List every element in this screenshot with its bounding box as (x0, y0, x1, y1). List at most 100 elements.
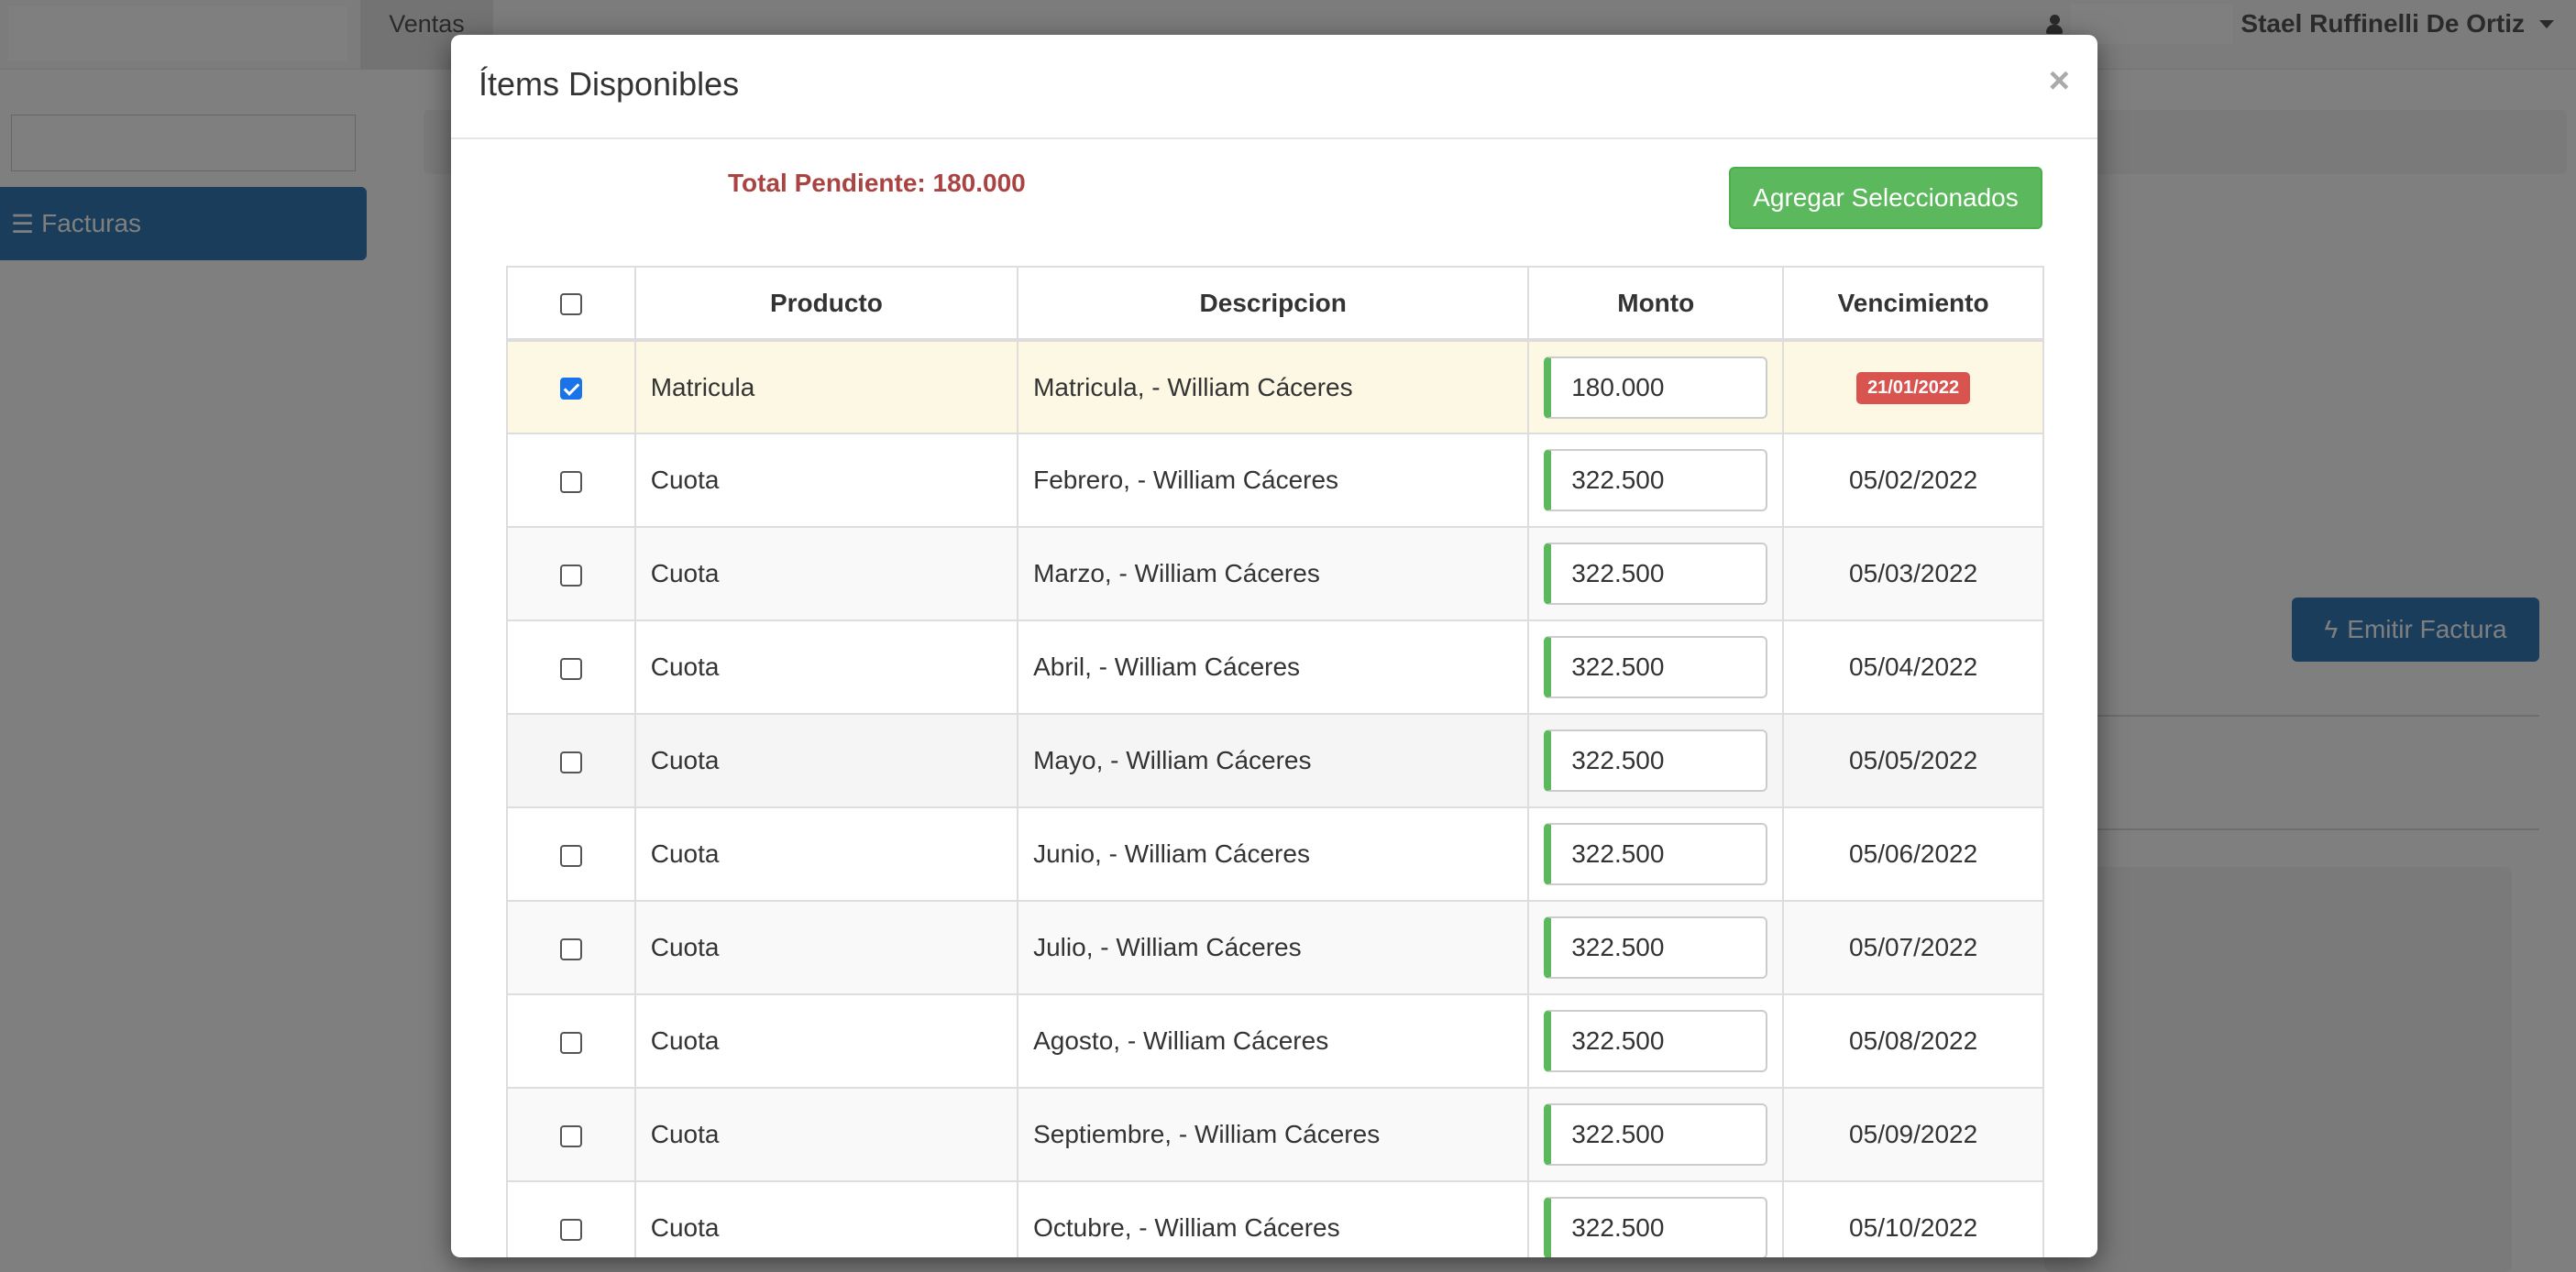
monto-input[interactable]: 322.500 (1544, 1197, 1768, 1257)
cell-monto: 322.500 (1527, 900, 1785, 995)
table-row[interactable]: Cuota Febrero, - William Cáceres 322.500 05… (506, 433, 2044, 528)
cell-vencimiento: 05/02/2022 (1782, 433, 2044, 528)
cell-descripcion: Julio, - William Cáceres (1017, 900, 1530, 995)
cell-producto: Cuota (633, 1180, 1019, 1257)
total-pending: Total Pendiente: 180.000 (728, 169, 1026, 197)
cell-monto: 322.500 (1527, 806, 1785, 902)
table-header-row: Producto Descripcion Monto Vencimiento (506, 266, 2044, 342)
cell-producto: Cuota (633, 993, 1019, 1089)
due-date: 05/09/2022 (1849, 1120, 1978, 1148)
cell-producto: Cuota (633, 1087, 1019, 1182)
cell-descripcion: Febrero, - William Cáceres (1017, 433, 1530, 528)
row-checkbox[interactable] (559, 751, 582, 773)
cell-vencimiento: 21/01/2022 (1782, 339, 2044, 434)
modal-header: Ítems Disponibles × (451, 35, 2097, 139)
cell-vencimiento: 05/06/2022 (1782, 806, 2044, 902)
cell-producto: Matricula (633, 339, 1019, 434)
cell-monto: 322.500 (1527, 713, 1785, 808)
table-row[interactable]: Cuota Julio, - William Cáceres 322.500 05/0… (506, 900, 2044, 995)
table-row[interactable]: Cuota Agosto, - William Cáceres 322.500 05/… (506, 993, 2044, 1089)
cell-descripcion: Marzo, - William Cáceres (1017, 526, 1530, 621)
row-checkbox[interactable] (559, 844, 582, 867)
table-row[interactable]: Cuota Mayo, - William Cáceres 322.500 05/05… (506, 713, 2044, 808)
row-select-cell (506, 806, 636, 902)
select-all-checkbox[interactable] (559, 293, 582, 316)
row-checkbox[interactable] (559, 1218, 582, 1241)
monto-input[interactable]: 322.500 (1544, 729, 1768, 792)
due-date: 05/10/2022 (1849, 1213, 1978, 1242)
monto-input[interactable]: 322.500 (1544, 916, 1768, 979)
monto-input[interactable]: 322.500 (1544, 636, 1768, 698)
cell-producto: Cuota (633, 433, 1019, 528)
cell-monto: 322.500 (1527, 1180, 1785, 1257)
due-date: 05/08/2022 (1849, 1026, 1978, 1055)
due-date: 05/07/2022 (1849, 933, 1978, 961)
cell-vencimiento: 05/05/2022 (1782, 713, 2044, 808)
cell-descripcion: Mayo, - William Cáceres (1017, 713, 1530, 808)
monto-input[interactable]: 322.500 (1544, 1103, 1768, 1166)
cell-producto: Cuota (633, 900, 1019, 995)
row-checkbox[interactable] (559, 470, 582, 493)
column-header-vencimiento: Vencimiento (1782, 266, 2044, 342)
row-select-cell (506, 339, 636, 434)
table-row[interactable]: Cuota Abril, - William Cáceres 322.500 05/0… (506, 620, 2044, 715)
cell-producto: Cuota (633, 620, 1019, 715)
row-checkbox[interactable] (559, 378, 582, 400)
cell-monto: 322.500 (1527, 1087, 1785, 1182)
row-checkbox[interactable] (559, 938, 582, 960)
row-select-cell (506, 993, 636, 1089)
table-row[interactable]: Matricula Matricula, - William Cáceres 180… (506, 339, 2044, 434)
items-table: Producto Descripcion Monto Vencimiento M… (506, 266, 2044, 1257)
cell-descripcion: Octubre, - William Cáceres (1017, 1180, 1530, 1257)
row-select-cell (506, 526, 636, 621)
row-select-cell (506, 713, 636, 808)
table-row[interactable]: Cuota Octubre, - William Cáceres 322.500 05… (506, 1180, 2044, 1257)
modal-title: Ítems Disponibles (479, 65, 740, 103)
cell-vencimiento: 05/07/2022 (1782, 900, 2044, 995)
monto-input[interactable]: 322.500 (1544, 1010, 1768, 1072)
column-header-monto: Monto (1527, 266, 1785, 342)
table-row[interactable]: Cuota Marzo, - William Cáceres 322.500 05/0… (506, 526, 2044, 621)
cell-producto: Cuota (633, 713, 1019, 808)
due-date: 05/04/2022 (1849, 652, 1978, 681)
cell-descripcion: Junio, - William Cáceres (1017, 806, 1530, 902)
close-icon[interactable]: × (2049, 60, 2070, 102)
monto-input[interactable]: 180.000 (1544, 356, 1768, 419)
row-checkbox[interactable] (559, 657, 582, 680)
column-header-descripcion: Descripcion (1017, 266, 1530, 342)
row-select-cell (506, 1180, 636, 1257)
cell-producto: Cuota (633, 806, 1019, 902)
row-select-cell (506, 1087, 636, 1182)
items-modal: Ítems Disponibles × Total Pendiente: 180… (451, 35, 2097, 1257)
cell-monto: 322.500 (1527, 620, 1785, 715)
column-header-producto: Producto (633, 266, 1019, 342)
monto-input[interactable]: 322.500 (1544, 543, 1768, 605)
add-selected-button[interactable]: Agregar Seleccionados (1729, 167, 2042, 229)
cell-vencimiento: 05/04/2022 (1782, 620, 2044, 715)
cell-descripcion: Matricula, - William Cáceres (1017, 339, 1530, 434)
due-date: 05/03/2022 (1849, 559, 1978, 587)
select-all-header (506, 266, 636, 342)
overdue-date-badge: 21/01/2022 (1856, 372, 1971, 404)
monto-input[interactable]: 322.500 (1544, 823, 1768, 885)
row-checkbox[interactable] (559, 1124, 582, 1147)
due-date: 05/06/2022 (1849, 839, 1978, 868)
row-select-cell (506, 433, 636, 528)
table-row[interactable]: Cuota Septiembre, - William Cáceres 322.50… (506, 1087, 2044, 1182)
cell-monto: 322.500 (1527, 433, 1785, 528)
cell-producto: Cuota (633, 526, 1019, 621)
row-checkbox[interactable] (559, 564, 582, 587)
monto-input[interactable]: 322.500 (1544, 449, 1768, 511)
row-select-cell (506, 900, 636, 995)
cell-vencimiento: 05/10/2022 (1782, 1180, 2044, 1257)
table-row[interactable]: Cuota Junio, - William Cáceres 322.500 05/0… (506, 806, 2044, 902)
cell-monto: 180.000 (1527, 339, 1785, 434)
due-date: 05/02/2022 (1849, 466, 1978, 494)
cell-monto: 322.500 (1527, 526, 1785, 621)
cell-descripcion: Septiembre, - William Cáceres (1017, 1087, 1530, 1182)
cell-vencimiento: 05/03/2022 (1782, 526, 2044, 621)
cell-monto: 322.500 (1527, 993, 1785, 1089)
row-select-cell (506, 620, 636, 715)
row-checkbox[interactable] (559, 1031, 582, 1054)
cell-vencimiento: 05/09/2022 (1782, 1087, 2044, 1182)
